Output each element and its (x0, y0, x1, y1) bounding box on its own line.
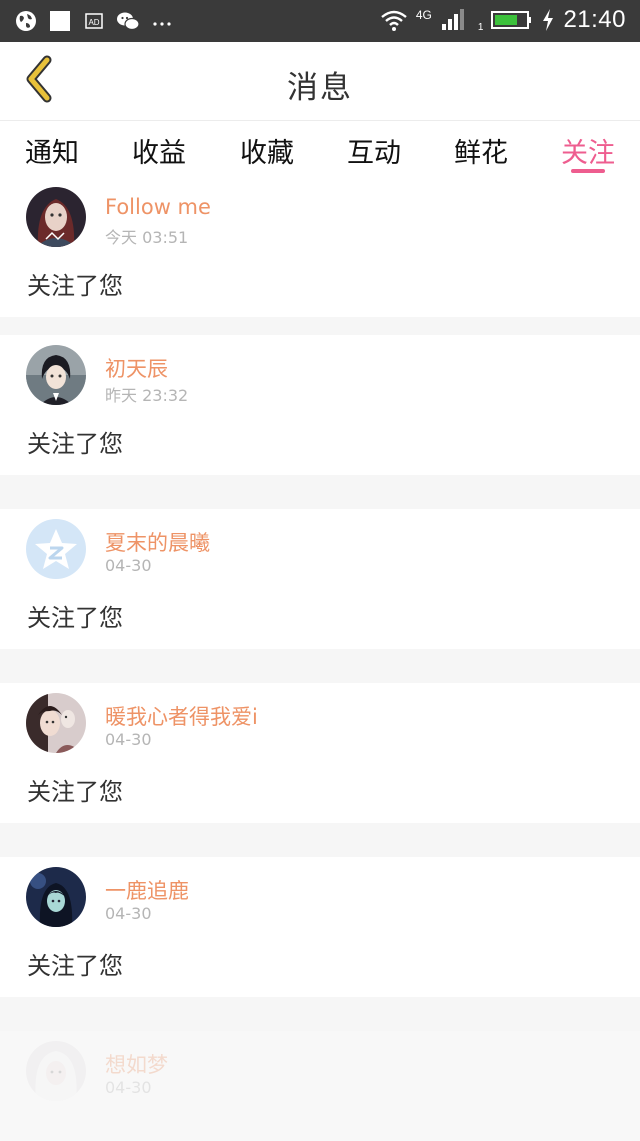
tab-bar: 通知 收益 收藏 互动 鲜花 关注 (0, 121, 640, 177)
message-text: 关注了您 (27, 778, 123, 806)
list-item[interactable]: 暖我心者得我爱i 04-30 关注了您 (0, 683, 640, 823)
list-item[interactable]: 想如梦 04-30 (0, 1031, 640, 1141)
tab-flowers[interactable]: 鲜花 (436, 131, 526, 170)
tab-favorites[interactable]: 收藏 (222, 131, 312, 170)
globe-icon (14, 9, 38, 33)
timestamp: 昨天 23:32 (105, 386, 189, 405)
title-bar: 消息 (0, 42, 640, 121)
timestamp: 04-30 (105, 556, 152, 575)
timestamp: 今天 03:51 (105, 228, 189, 247)
username-link[interactable]: 暖我心者得我爱i (105, 701, 258, 731)
avatar-dark-icon[interactable] (26, 867, 86, 927)
more-icon (150, 9, 174, 33)
username-link[interactable]: 夏末的晨曦 (105, 527, 210, 557)
wifi-icon (380, 8, 408, 32)
active-tab-indicator (571, 169, 605, 173)
list-item[interactable]: Follow me 今天 03:51 关注了您 (0, 177, 640, 317)
list-item[interactable]: 初天辰 昨天 23:32 关注了您 (0, 335, 640, 475)
svg-text:AD: AD (88, 18, 99, 27)
qzone-star-icon[interactable] (26, 519, 86, 579)
avatar-boy-icon[interactable] (26, 345, 86, 405)
ad-icon: AD (82, 9, 106, 33)
message-text: 关注了您 (27, 272, 123, 300)
charging-icon (541, 8, 555, 32)
username-link[interactable]: 一鹿追鹿 (105, 875, 189, 905)
timestamp: 04-30 (105, 904, 152, 923)
status-bar: AD 4G 1 21:40 (0, 0, 640, 42)
avatar-girl-icon[interactable] (26, 187, 86, 247)
square-icon (48, 9, 72, 33)
timestamp: 04-30 (105, 730, 152, 749)
battery-icon (491, 8, 533, 32)
message-text: 关注了您 (27, 430, 123, 458)
tab-earnings[interactable]: 收益 (114, 131, 204, 170)
page-title: 消息 (287, 70, 353, 106)
username-link[interactable]: Follow me (105, 195, 211, 219)
tab-notifications[interactable]: 通知 (7, 131, 97, 170)
network-type-label: 4G (415, 8, 432, 22)
list-item[interactable]: 夏末的晨曦 04-30 关注了您 (0, 509, 640, 649)
username-link[interactable]: 想如梦 (105, 1049, 168, 1079)
message-text: 关注了您 (27, 952, 123, 980)
tab-following[interactable]: 关注 (543, 131, 633, 170)
message-text: 关注了您 (27, 604, 123, 632)
tab-interactions[interactable]: 互动 (329, 131, 419, 170)
tab-following-label: 关注 (561, 138, 615, 169)
signal-icon (440, 8, 470, 32)
username-link[interactable]: 初天辰 (105, 353, 168, 383)
clock: 21:40 (563, 6, 626, 33)
sim-slot-label: 1 (477, 21, 484, 33)
wechat-icon (116, 9, 140, 33)
avatar-photo-icon[interactable] (26, 693, 86, 753)
avatar-white-icon[interactable] (26, 1041, 86, 1101)
timestamp: 04-30 (105, 1078, 152, 1097)
list-item[interactable]: 一鹿追鹿 04-30 关注了您 (0, 857, 640, 997)
